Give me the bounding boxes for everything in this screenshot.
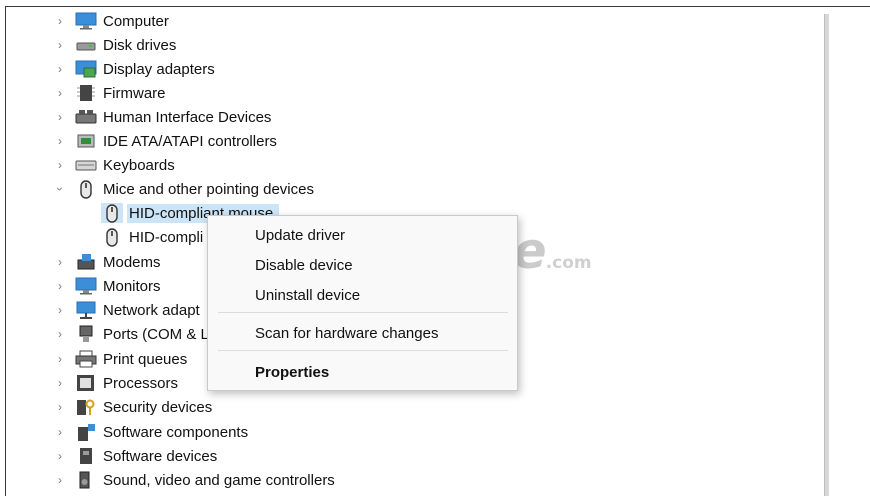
keyboard-icon <box>75 155 97 175</box>
security-device-icon <box>75 397 97 417</box>
menu-separator <box>218 312 508 313</box>
tree-item-label: Software components <box>103 423 249 441</box>
chevron-down-icon[interactable]: › <box>53 184 67 194</box>
firmware-icon <box>75 83 97 103</box>
tree-item-display-adapters[interactable]: › Display adapters <box>55 57 215 81</box>
processor-icon <box>75 373 97 393</box>
chevron-right-icon[interactable]: › <box>55 256 65 268</box>
tree-item-computer[interactable]: › Computer <box>55 9 169 33</box>
mouse-icon <box>101 227 123 247</box>
tree-item-firmware[interactable]: › Firmware <box>55 81 166 105</box>
tree-item-software-components[interactable]: › Software components <box>55 420 248 444</box>
network-adapter-icon <box>75 300 97 320</box>
tree-item-label: Ports (COM & L <box>103 325 209 343</box>
hid-icon <box>75 107 97 127</box>
tree-item-label: Firmware <box>103 84 166 102</box>
chevron-right-icon[interactable]: › <box>55 328 65 340</box>
tree-item-label: Sound, video and game controllers <box>103 471 335 489</box>
ide-controller-icon <box>75 131 97 151</box>
chevron-right-icon[interactable]: › <box>55 159 65 171</box>
mouse-icon <box>101 203 123 223</box>
chevron-right-icon[interactable]: › <box>55 87 65 99</box>
tree-item-ports[interactable]: › Ports (COM & L <box>55 322 209 346</box>
monitor-icon <box>75 276 97 296</box>
printer-icon <box>75 349 97 369</box>
modem-icon <box>75 252 97 272</box>
tree-item-label: Network adapt <box>103 301 200 319</box>
tree-item-human-interface-devices[interactable]: › Human Interface Devices <box>55 105 271 129</box>
chevron-right-icon[interactable]: › <box>55 474 65 486</box>
disk-drive-icon <box>75 35 97 55</box>
tree-item-ide-controllers[interactable]: › IDE ATA/ATAPI controllers <box>55 129 277 153</box>
tree-item-label: Security devices <box>103 398 213 416</box>
tree-item-label: Monitors <box>103 277 161 295</box>
tree-item-keyboards[interactable]: › Keyboards <box>55 153 175 177</box>
tree-item-label: Keyboards <box>103 156 175 174</box>
tree-item-label: Display adapters <box>103 60 215 78</box>
menu-item-scan-hardware[interactable]: Scan for hardware changes <box>255 325 438 342</box>
menu-separator <box>218 350 508 351</box>
display-adapter-icon <box>75 59 97 79</box>
tree-item-label: Processors <box>103 374 179 392</box>
tree-item-mice[interactable]: › Mice and other pointing devices <box>53 177 314 201</box>
vertical-scrollbar[interactable] <box>824 14 829 496</box>
chevron-right-icon[interactable]: › <box>55 111 65 123</box>
tree-item-label: Mice and other pointing devices <box>103 180 314 198</box>
port-icon <box>75 324 97 344</box>
chevron-right-icon[interactable]: › <box>55 426 65 438</box>
tree-item-disk-drives[interactable]: › Disk drives <box>55 33 176 57</box>
watermark-suffix: .com <box>545 253 592 273</box>
menu-item-disable-device[interactable]: Disable device <box>255 257 353 274</box>
tree-item-monitors[interactable]: › Monitors <box>55 274 161 298</box>
tree-item-processors[interactable]: › Processors <box>55 371 178 395</box>
tree-item-label: IDE ATA/ATAPI controllers <box>103 132 277 150</box>
window-left-border <box>5 6 6 496</box>
chevron-right-icon[interactable]: › <box>55 39 65 51</box>
window-top-border <box>5 6 870 7</box>
speaker-icon <box>75 470 97 490</box>
chevron-right-icon[interactable]: › <box>55 401 65 413</box>
tree-item-modems[interactable]: › Modems <box>55 250 161 274</box>
tree-child-hid-mouse-2[interactable]: HID-compli <box>101 225 203 249</box>
chevron-right-icon[interactable]: › <box>55 63 65 75</box>
context-menu: Update driver Disable device Uninstall d… <box>207 215 518 391</box>
tree-item-sound-video-game[interactable]: › Sound, video and game controllers <box>55 468 335 492</box>
chevron-right-icon[interactable]: › <box>55 304 65 316</box>
chevron-right-icon[interactable]: › <box>55 450 65 462</box>
tree-item-network-adapters[interactable]: › Network adapt <box>55 298 200 322</box>
software-device-icon <box>75 446 97 466</box>
chevron-right-icon[interactable]: › <box>55 135 65 147</box>
monitor-icon <box>75 11 97 31</box>
tree-item-label: Human Interface Devices <box>103 108 272 126</box>
mouse-icon <box>75 179 97 199</box>
chevron-right-icon[interactable]: › <box>55 280 65 292</box>
chevron-right-icon[interactable]: › <box>55 377 65 389</box>
tree-item-label: HID-compli <box>129 228 204 246</box>
chevron-right-icon[interactable]: › <box>55 353 65 365</box>
tree-item-label: Disk drives <box>103 36 177 54</box>
tree-item-label: Print queues <box>103 350 188 368</box>
tree-item-software-devices[interactable]: › Software devices <box>55 444 217 468</box>
tree-item-label: Computer <box>103 12 169 30</box>
tree-item-label: Software devices <box>103 447 218 465</box>
software-component-icon <box>75 422 97 442</box>
tree-item-label: Modems <box>103 253 161 271</box>
menu-item-uninstall-device[interactable]: Uninstall device <box>255 287 360 304</box>
tree-item-security-devices[interactable]: › Security devices <box>55 395 212 419</box>
chevron-right-icon[interactable]: › <box>55 15 65 27</box>
tree-item-print-queues[interactable]: › Print queues <box>55 347 187 371</box>
menu-item-properties[interactable]: Properties <box>255 364 329 381</box>
menu-item-update-driver[interactable]: Update driver <box>255 227 345 244</box>
